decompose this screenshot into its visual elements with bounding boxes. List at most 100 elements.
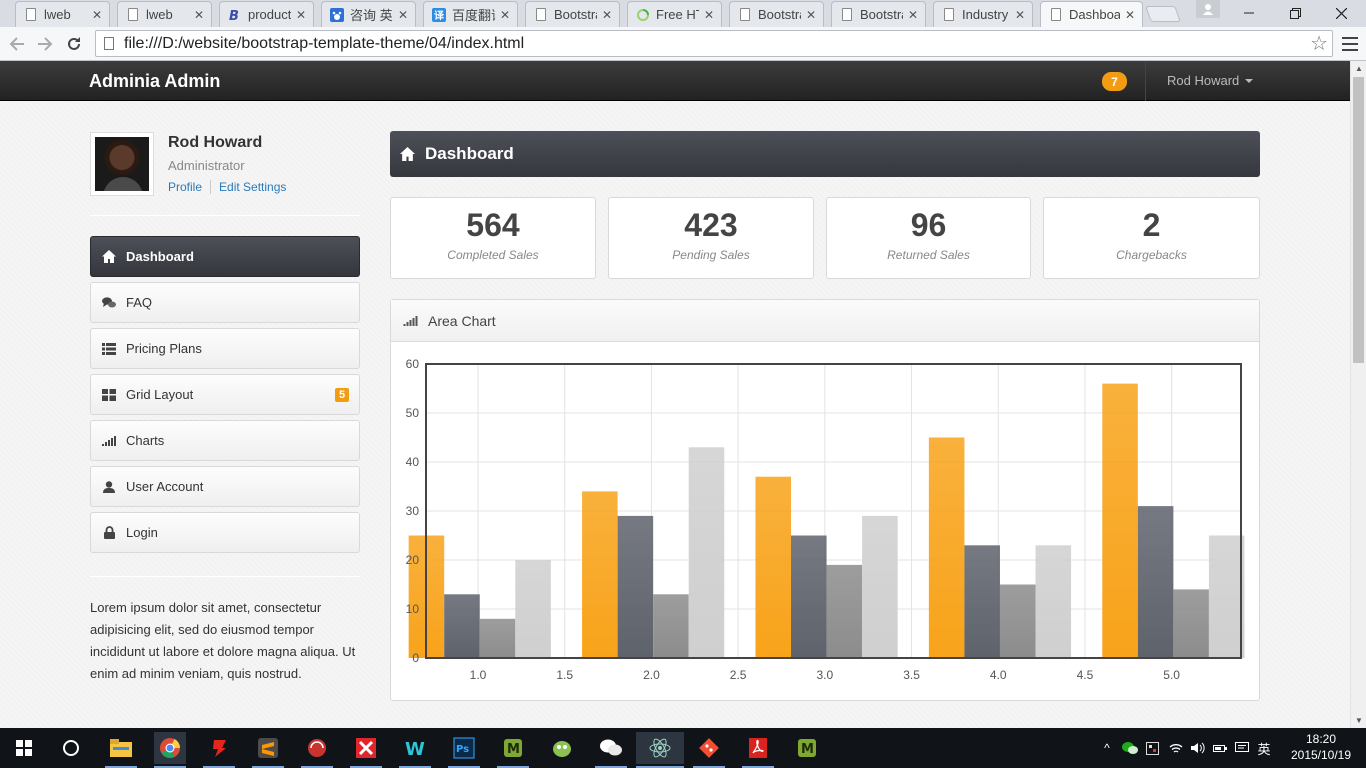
sidebar-item-charts[interactable]: Charts — [90, 420, 360, 461]
tab-close-icon[interactable]: ✕ — [295, 8, 307, 22]
list-icon — [102, 342, 116, 356]
browser-tab[interactable]: Bootstra ✕ — [831, 1, 926, 27]
y-tick-label: 10 — [406, 602, 420, 616]
minimize-button[interactable] — [1226, 0, 1272, 26]
edit-settings-link[interactable]: Edit Settings — [219, 180, 286, 194]
app-icon[interactable] — [203, 732, 235, 768]
y-tick-label: 20 — [406, 553, 420, 567]
divider — [90, 215, 360, 216]
battery-icon[interactable] — [1210, 743, 1230, 753]
browser-tab[interactable]: lweb ✕ — [15, 1, 110, 27]
tab-close-icon[interactable]: ✕ — [397, 8, 409, 22]
sidebar-item-user-account[interactable]: User Account — [90, 466, 360, 507]
reload-icon[interactable] — [62, 32, 86, 56]
sidebar-item-faq[interactable]: FAQ — [90, 282, 360, 323]
browser-tab[interactable]: Bproduct, ✕ — [219, 1, 314, 27]
chart-bar — [479, 618, 516, 658]
sublime-icon[interactable] — [252, 732, 284, 768]
chart-bar — [1102, 383, 1138, 658]
tab-close-icon[interactable]: ✕ — [193, 8, 205, 22]
acrobat-icon[interactable] — [742, 732, 774, 768]
address-bar[interactable]: file:///D:/website/bootstrap-template-th… — [95, 30, 1333, 57]
notification-center-icon[interactable] — [1232, 742, 1252, 754]
url-text[interactable]: file:///D:/website/bootstrap-template-th… — [124, 35, 1310, 53]
notification-badge[interactable]: 7 — [1102, 72, 1127, 91]
windows-start-icon[interactable] — [8, 732, 40, 764]
svg-text:译: 译 — [434, 9, 445, 22]
page-icon — [104, 37, 114, 50]
atom-icon[interactable] — [636, 732, 684, 768]
taskbar-clock[interactable]: 18:20 2015/10/19 — [1288, 731, 1354, 763]
wechat-tray-icon[interactable] — [1120, 741, 1140, 755]
browser-tab[interactable]: 译百度翻译 ✕ — [423, 1, 518, 27]
bookmark-star-icon[interactable]: ☆ — [1310, 31, 1328, 56]
user-dropdown[interactable]: Rod Howard — [1167, 73, 1254, 88]
close-window-button[interactable] — [1318, 0, 1364, 26]
app-icon[interactable]: M — [791, 732, 823, 764]
browser-tab[interactable]: Bootstra ✕ — [729, 1, 824, 27]
tab-title: 咨询 英语 — [350, 8, 393, 23]
wechat-icon[interactable] — [595, 732, 627, 768]
sidebar-item-login[interactable]: Login — [90, 512, 360, 553]
tab-close-icon[interactable]: ✕ — [601, 8, 613, 22]
bootstrap-icon: B — [228, 8, 242, 22]
forward-icon[interactable] — [33, 32, 57, 56]
profile-link[interactable]: Profile — [168, 180, 202, 194]
vertical-scrollbar[interactable]: ▲ ▼ — [1350, 61, 1366, 728]
scroll-down-icon[interactable]: ▼ — [1355, 716, 1363, 725]
grid-layout-badge: 5 — [335, 388, 349, 402]
app-icon[interactable] — [546, 732, 578, 764]
tab-close-icon[interactable]: ✕ — [1014, 8, 1026, 22]
tab-close-icon[interactable]: ✕ — [907, 8, 919, 22]
qr-tray-icon[interactable] — [1142, 741, 1162, 755]
tray-expand-icon[interactable]: ^ — [1100, 741, 1114, 755]
chart-bar — [862, 515, 898, 658]
file-explorer-icon[interactable] — [105, 732, 137, 768]
profile-icon[interactable] — [1196, 0, 1220, 18]
tab-title: Dashboa — [1069, 7, 1120, 22]
sidebar-item-label: Login — [126, 525, 158, 540]
sidebar-item-dashboard[interactable]: Dashboard — [90, 236, 360, 277]
volume-icon[interactable] — [1188, 742, 1208, 754]
tab-close-icon[interactable]: ✕ — [499, 8, 511, 22]
webstorm-icon[interactable]: W — [399, 732, 431, 768]
y-tick-label: 40 — [406, 455, 420, 469]
doc-icon — [1049, 8, 1063, 22]
chrome-icon[interactable] — [154, 732, 186, 768]
app-icon[interactable] — [301, 732, 333, 768]
menu-icon[interactable] — [1340, 34, 1360, 54]
browser-tab[interactable]: 咨询 英语 ✕ — [321, 1, 416, 27]
sidebar-item-label: Grid Layout — [126, 387, 194, 402]
clock-date: 2015/10/19 — [1290, 748, 1352, 762]
chart-bar — [582, 491, 618, 658]
sidebar-item-grid-layout[interactable]: Grid Layout 5 — [90, 374, 360, 415]
browser-tab[interactable]: Free HTI ✕ — [627, 1, 722, 27]
tab-title: Industry — [962, 7, 1009, 22]
restore-button[interactable] — [1272, 0, 1318, 26]
search-circle-icon[interactable] — [55, 732, 87, 764]
scroll-up-icon[interactable]: ▲ — [1355, 64, 1363, 73]
divider — [90, 576, 360, 577]
y-tick-label: 0 — [412, 651, 419, 665]
back-icon[interactable] — [5, 32, 29, 56]
app-icon[interactable]: M — [497, 732, 529, 768]
photoshop-icon[interactable]: Ps — [448, 732, 480, 768]
browser-tab[interactable]: Industry ✕ — [933, 1, 1033, 27]
comments-icon — [102, 296, 116, 310]
tab-close-icon[interactable]: ✕ — [91, 8, 103, 22]
xmind-icon[interactable] — [350, 732, 382, 768]
new-tab-button[interactable] — [1145, 6, 1181, 22]
brand-title[interactable]: Adminia Admin — [89, 71, 220, 92]
browser-tab[interactable]: Bootstra ✕ — [525, 1, 620, 27]
tab-close-icon[interactable]: ✕ — [1124, 8, 1136, 22]
sidebar-item-pricing-plans[interactable]: Pricing Plans — [90, 328, 360, 369]
tab-close-icon[interactable]: ✕ — [805, 8, 817, 22]
wifi-icon[interactable] — [1166, 743, 1186, 754]
browser-tab[interactable]: Dashboa ✕ — [1040, 1, 1143, 27]
git-icon[interactable] — [693, 732, 725, 768]
ime-indicator[interactable]: 英 — [1254, 739, 1274, 758]
tab-close-icon[interactable]: ✕ — [703, 8, 715, 22]
scrollbar-thumb[interactable] — [1353, 77, 1364, 363]
browser-tab[interactable]: lweb ✕ — [117, 1, 212, 27]
bar-chart: 0 10 20 30 40 50 60 1.0 1.5 2.0 2.5 3.0 3.5 4.0 4.5 5.0 — [406, 357, 1245, 682]
